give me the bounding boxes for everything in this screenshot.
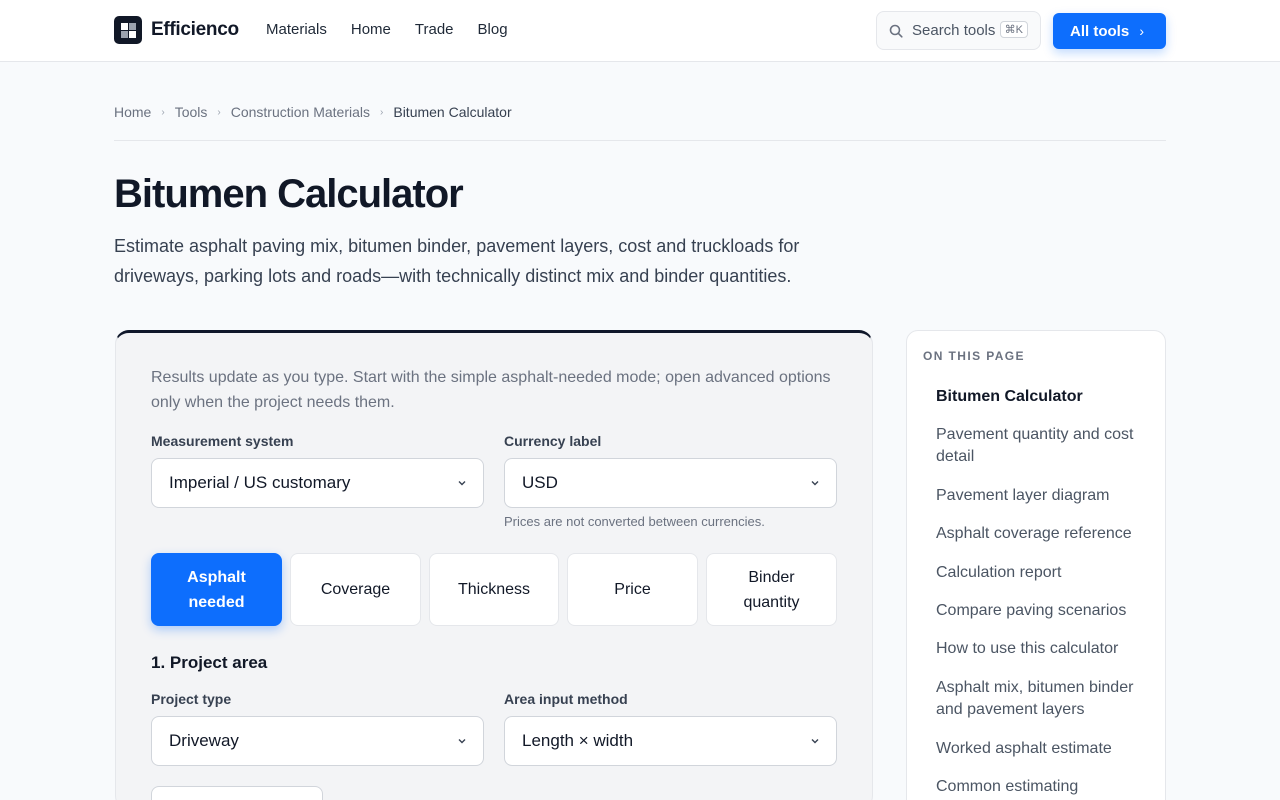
all-tools-button[interactable]: All tools › <box>1053 13 1166 49</box>
measurement-system-value: Imperial / US customary <box>169 473 351 492</box>
nav-link-trade[interactable]: Trade <box>415 21 454 38</box>
toc-link[interactable]: Asphalt coverage reference <box>936 523 1146 545</box>
logo-icon <box>114 16 142 44</box>
currency-label: Currency label <box>504 433 602 449</box>
toc-link[interactable]: Worked asphalt estimate <box>936 738 1146 760</box>
toc-heading: ON THIS PAGE <box>923 349 1025 363</box>
search-icon <box>889 24 903 38</box>
project-type-select[interactable]: Driveway <box>151 716 484 766</box>
area-input-method-select[interactable]: Length × width <box>504 716 837 766</box>
toc-link[interactable]: Asphalt mix, bitumen binder and pavement… <box>936 677 1146 721</box>
main-nav: Materials Home Trade Blog <box>266 21 508 38</box>
mode-tab-price[interactable]: Price <box>567 553 698 626</box>
measurement-system-label: Measurement system <box>151 433 294 449</box>
breadcrumb-separator-icon: › <box>161 106 165 118</box>
mode-tab-asphalt-needed[interactable]: Asphalt needed <box>151 553 282 626</box>
toc-link[interactable]: Pavement quantity and cost detail <box>936 424 1146 468</box>
search-tools-button[interactable]: Search tools ⌘K <box>876 11 1041 50</box>
toc-link[interactable]: Calculation report <box>936 562 1146 584</box>
project-type-label: Project type <box>151 691 232 707</box>
brand-logo[interactable]: Efficienco <box>114 16 239 44</box>
page-description: Estimate asphalt paving mix, bitumen bin… <box>114 236 800 286</box>
breadcrumb-home[interactable]: Home <box>114 104 151 120</box>
project-type-value: Driveway <box>169 731 239 750</box>
chevron-down-icon <box>811 739 819 744</box>
divider <box>114 140 1166 141</box>
breadcrumb-separator-icon: › <box>217 106 221 118</box>
area-input-method-value: Length × width <box>522 731 634 750</box>
toc-link[interactable]: Compare paving scenarios <box>936 600 1146 622</box>
toc-link[interactable]: Common estimating <box>936 776 1146 798</box>
brand-name: Efficienco <box>151 19 239 40</box>
search-label: Search tools <box>912 22 996 39</box>
breadcrumb-current: Bitumen Calculator <box>393 104 512 120</box>
measurement-system-select[interactable]: Imperial / US customary <box>151 458 484 508</box>
mode-tab-coverage[interactable]: Coverage <box>290 553 421 626</box>
toc-link[interactable]: Pavement layer diagram <box>936 485 1146 507</box>
currency-select[interactable]: USD <box>504 458 837 508</box>
keyboard-shortcut-badge: ⌘K <box>999 21 1028 38</box>
nav-link-home[interactable]: Home <box>351 21 391 38</box>
area-input-method-label: Area input method <box>504 691 628 707</box>
currency-help-text: Prices are not converted between currenc… <box>504 514 765 529</box>
chevron-right-icon: › <box>1139 23 1144 39</box>
breadcrumb-tools[interactable]: Tools <box>175 104 208 120</box>
chevron-down-icon <box>458 481 466 486</box>
mode-tab-binder-quantity[interactable]: Binder quantity <box>706 553 837 626</box>
calculator-intro: Results update as you type. Start with t… <box>151 369 831 411</box>
section-heading-project-area: 1. Project area <box>151 653 268 672</box>
chevron-down-icon <box>458 739 466 744</box>
breadcrumb: Home › Tools › Construction Materials › … <box>114 104 512 120</box>
nav-link-materials[interactable]: Materials <box>266 21 327 38</box>
toc-link[interactable]: How to use this calculator <box>936 638 1146 660</box>
nav-link-blog[interactable]: Blog <box>478 21 508 38</box>
advanced-options-button[interactable] <box>151 786 323 800</box>
toc-link[interactable]: Bitumen Calculator <box>936 386 1146 408</box>
breadcrumb-construction-materials[interactable]: Construction Materials <box>231 104 370 120</box>
all-tools-label: All tools <box>1070 22 1130 40</box>
chevron-down-icon <box>811 481 819 486</box>
top-navigation-bar: Efficienco Materials Home Trade Blog Sea… <box>0 0 1280 62</box>
breadcrumb-separator-icon: › <box>380 106 384 118</box>
page-title: Bitumen Calculator <box>114 172 464 216</box>
currency-value: USD <box>522 473 558 492</box>
mode-tab-thickness[interactable]: Thickness <box>429 553 559 626</box>
